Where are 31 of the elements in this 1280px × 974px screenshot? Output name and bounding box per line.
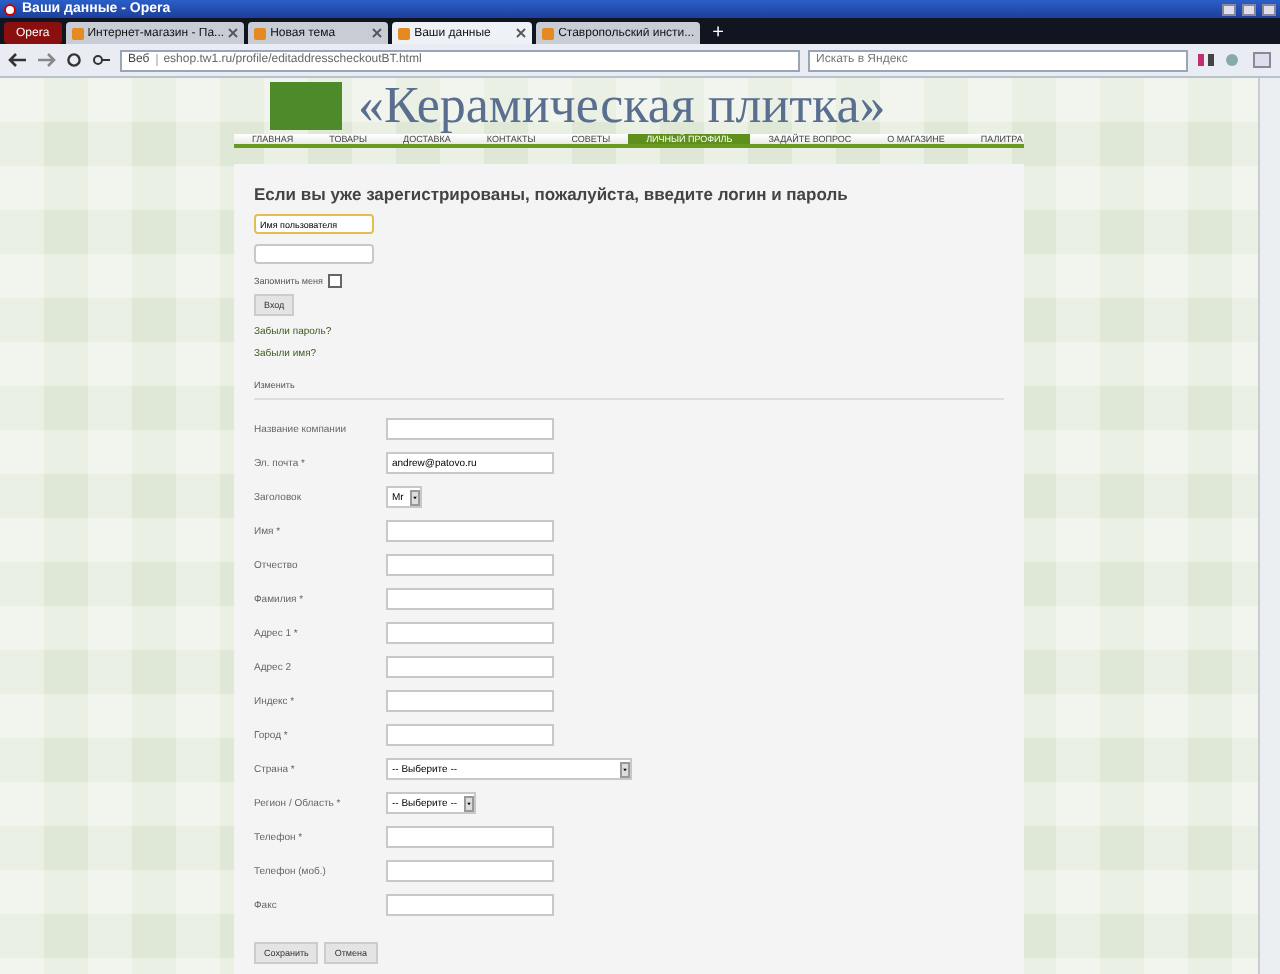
extension-icon[interactable] [1224, 52, 1244, 68]
login-heading: Если вы уже зарегистрированы, пожалуйста, введите логин и пароль [254, 184, 848, 204]
caret-icon [409, 489, 420, 505]
favicon-icon [71, 27, 84, 39]
text-field[interactable] [386, 588, 554, 610]
caret-icon [620, 761, 630, 777]
key-icon[interactable] [92, 52, 112, 68]
text-field[interactable] [386, 520, 554, 542]
text-field[interactable] [386, 724, 554, 746]
app-logo-icon [4, 3, 16, 15]
grass-logo-picture [270, 82, 342, 130]
text-field[interactable] [386, 418, 554, 440]
back-icon[interactable] [8, 52, 28, 68]
text-field[interactable] [386, 826, 554, 848]
favicon-icon [542, 27, 555, 39]
panel-icon[interactable] [1252, 52, 1272, 68]
remember-checkbox[interactable] [328, 274, 343, 288]
favicon-icon [254, 27, 267, 39]
text-field[interactable] [386, 554, 554, 576]
text-field[interactable] [386, 690, 554, 712]
site-logo-text: «Керамическая плитка» [358, 76, 886, 134]
forward-icon[interactable] [36, 52, 56, 68]
caret-icon [463, 795, 474, 811]
favicon-icon [398, 27, 411, 39]
password-field[interactable] [254, 244, 374, 264]
text-field[interactable] [386, 894, 554, 916]
scrollbar[interactable] [1258, 78, 1280, 974]
text-field[interactable] [386, 622, 554, 644]
new-tab-button[interactable]: + [704, 22, 732, 44]
text-field[interactable] [386, 656, 554, 678]
text-field[interactable] [386, 860, 554, 882]
